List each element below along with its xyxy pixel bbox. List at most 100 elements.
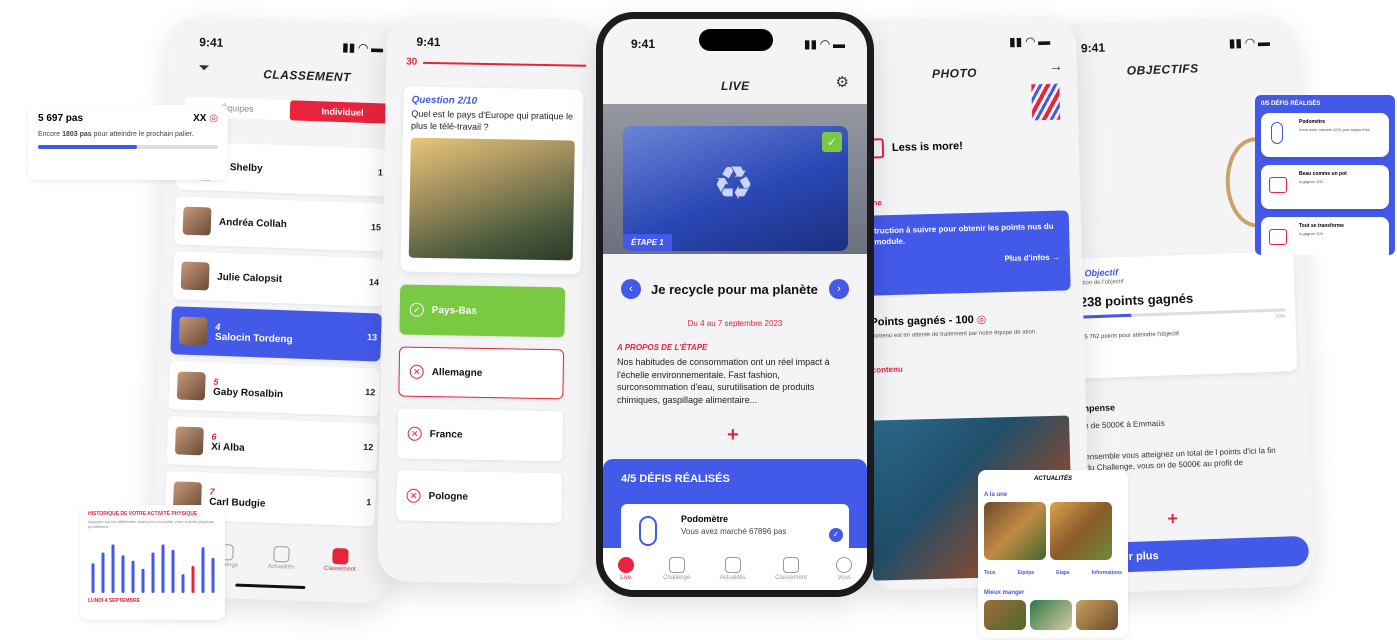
- player-points: 12: [363, 441, 374, 453]
- steps-progress-fill: [38, 145, 137, 150]
- page-title: PHOTO: [931, 65, 978, 81]
- tab-classement[interactable]: Classement: [775, 557, 807, 581]
- transform-icon: [1269, 229, 1287, 245]
- filter-etape[interactable]: Etape: [1056, 570, 1070, 576]
- answer-selected-wrong[interactable]: ✕ Allemagne: [398, 346, 565, 400]
- activity-bar[interactable]: [121, 555, 125, 593]
- tab-live[interactable]: Live: [617, 557, 634, 581]
- activity-bar[interactable]: [201, 547, 205, 593]
- activity-bar[interactable]: [111, 544, 115, 593]
- news-icon: [724, 557, 741, 573]
- check-badge-icon: ✓: [822, 132, 842, 152]
- answer-correct[interactable]: ✓ Pays-Bas: [399, 284, 566, 338]
- tab-individual[interactable]: Individuel: [289, 100, 396, 124]
- pot-icon: [1269, 177, 1287, 193]
- step-card[interactable]: ♻ ✓ ÉTAPE 1: [623, 126, 848, 251]
- news-thumbnail[interactable]: [1076, 600, 1118, 630]
- activity-subtitle: Appuyez sur les différentes dates pour c…: [88, 519, 215, 529]
- activity-bar[interactable]: [151, 552, 155, 594]
- news-thumbnail[interactable]: [984, 502, 1046, 560]
- defi-text: Vous avez marché 67896 pas: [681, 527, 787, 536]
- steps-count: 5 697 pas: [38, 113, 84, 124]
- avatar: [178, 316, 208, 346]
- defis-panel-title: 0/5 DÉFIS RÉALISÉS: [1261, 101, 1321, 107]
- profile-icon: [836, 557, 853, 573]
- activity-bar[interactable]: [91, 563, 95, 593]
- steps-hint: Encore 1803 pas pour atteindre le procha…: [38, 131, 194, 138]
- player-points: 1: [377, 167, 384, 178]
- question-image: [408, 138, 575, 261]
- plus-icon[interactable]: +: [1167, 508, 1178, 529]
- news-thumbnails: [984, 600, 1122, 630]
- podium-icon: [332, 547, 349, 565]
- defis-floating-panel: 0/5 DÉFIS RÉALISÉS Podomètre Vous avez m…: [1255, 95, 1395, 255]
- ranking-row[interactable]: Andréa Collah 15: [174, 196, 386, 252]
- ranking-row[interactable]: 6 Xi Alba 12: [166, 416, 379, 472]
- activity-bar[interactable]: [101, 552, 105, 594]
- signal-icon: ▮▮ ◠ ▬: [803, 37, 845, 51]
- filter-equipe[interactable]: Equipe: [1018, 570, 1035, 576]
- activity-bar[interactable]: [181, 574, 185, 593]
- question-number: Question 2/10: [411, 94, 478, 107]
- avatar: [174, 426, 204, 456]
- x-circle-icon: ✕: [409, 364, 424, 379]
- signal-icon: ▮▮ ◠ ▬: [1228, 34, 1271, 51]
- quiz-phone: 9:41 30 Question 2/10 Quel est le pays d…: [377, 16, 597, 585]
- news-thumbnail[interactable]: [1030, 600, 1072, 630]
- defi-item[interactable]: Beau comme un pot A gagner 100: [1261, 165, 1389, 209]
- activity-bar[interactable]: [141, 568, 145, 593]
- points-note: contenu est en attente de traitement par…: [870, 329, 1037, 340]
- activity-bar[interactable]: [161, 544, 165, 593]
- tab-actualites[interactable]: Actualités: [720, 557, 746, 581]
- tab-actualites[interactable]: Actualités: [268, 545, 295, 571]
- quiz-timer: 30: [406, 57, 587, 71]
- news-thumbnail[interactable]: [1050, 502, 1112, 560]
- answer-option[interactable]: ✕ France: [397, 408, 564, 462]
- ranking-row[interactable]: Julie Calopsit 14: [172, 251, 384, 307]
- activity-bar[interactable]: [191, 566, 195, 593]
- filter-icon[interactable]: ⏷: [198, 59, 210, 76]
- filter-informations[interactable]: Informations: [1092, 570, 1122, 576]
- actualites-card: ACTUALITÉS A la une Tous Equipe Etape In…: [978, 470, 1128, 638]
- player-name: Xi Alba: [210, 441, 245, 454]
- contenu-label: contenu: [871, 364, 903, 375]
- activity-bar[interactable]: [171, 549, 175, 593]
- player-name: Andréa Collah: [218, 216, 287, 230]
- ranking-row[interactable]: 5 Gaby Rosalbin 12: [168, 361, 381, 417]
- activity-bar[interactable]: [131, 560, 135, 593]
- player-points: 15: [370, 222, 382, 233]
- clock: 9:41: [416, 34, 441, 50]
- check-icon: ✓: [409, 302, 424, 317]
- player-name: Gaby Rosalbin: [212, 386, 284, 400]
- points-label: XX ◎: [193, 113, 218, 124]
- defi-item[interactable]: Podomètre Vous avez marché 4291 pas aujo…: [1261, 113, 1389, 157]
- status-bar: 9:41 ▮▮ ◠ ▬: [1081, 35, 1270, 56]
- module-title: Less is more!: [863, 136, 963, 159]
- activity-bar[interactable]: [211, 557, 215, 593]
- ranking-row-current-user[interactable]: 4 Salocin Tordeng 13: [170, 306, 382, 362]
- tab-vous[interactable]: Vous: [836, 557, 853, 581]
- steps-card: 5 697 pas XX ◎ Encore 1803 pas pour atte…: [28, 105, 228, 180]
- answer-option[interactable]: ✕ Pologne: [396, 470, 562, 524]
- instruction-card: truction à suivre pour obtenir les point…: [863, 210, 1071, 296]
- expand-plus-icon[interactable]: +: [727, 424, 739, 447]
- filter-tous[interactable]: Tous: [984, 570, 996, 576]
- page-title: OBJECTIFS: [1126, 61, 1199, 78]
- more-info-link[interactable]: Plus d'infos →: [875, 253, 1059, 267]
- live-phone: 9:41 ▮▮ ◠ ▬ LIVE ⚙ ♻ ✓ ÉTAPE 1 ‹ Je recy…: [596, 12, 874, 597]
- news-thumbnail[interactable]: [984, 600, 1026, 630]
- status-bar: 9:41 ▮▮ ◠ ▬: [631, 37, 845, 51]
- activity-bar-chart[interactable]: [88, 533, 218, 593]
- live-icon: [617, 557, 634, 573]
- prev-step-button[interactable]: ‹: [621, 279, 641, 299]
- defis-panel: 4/5 DÉFIS RÉALISÉS Podomètre Vous avez m…: [603, 459, 867, 564]
- objectif-points: 238 points gagnés: [1079, 290, 1194, 310]
- recycle-icon: ♻: [713, 157, 755, 209]
- tab-classement[interactable]: Classement: [324, 547, 357, 573]
- next-step-button[interactable]: ›: [829, 279, 849, 299]
- next-arrow-icon[interactable]: →: [1049, 58, 1063, 74]
- tab-challenge[interactable]: Challenge: [663, 557, 690, 581]
- defi-item[interactable]: Tout se transforme A gagner 100: [1261, 217, 1389, 255]
- settings-icon[interactable]: ⚙: [836, 73, 849, 91]
- player-name: Salocin Tordeng: [214, 331, 293, 345]
